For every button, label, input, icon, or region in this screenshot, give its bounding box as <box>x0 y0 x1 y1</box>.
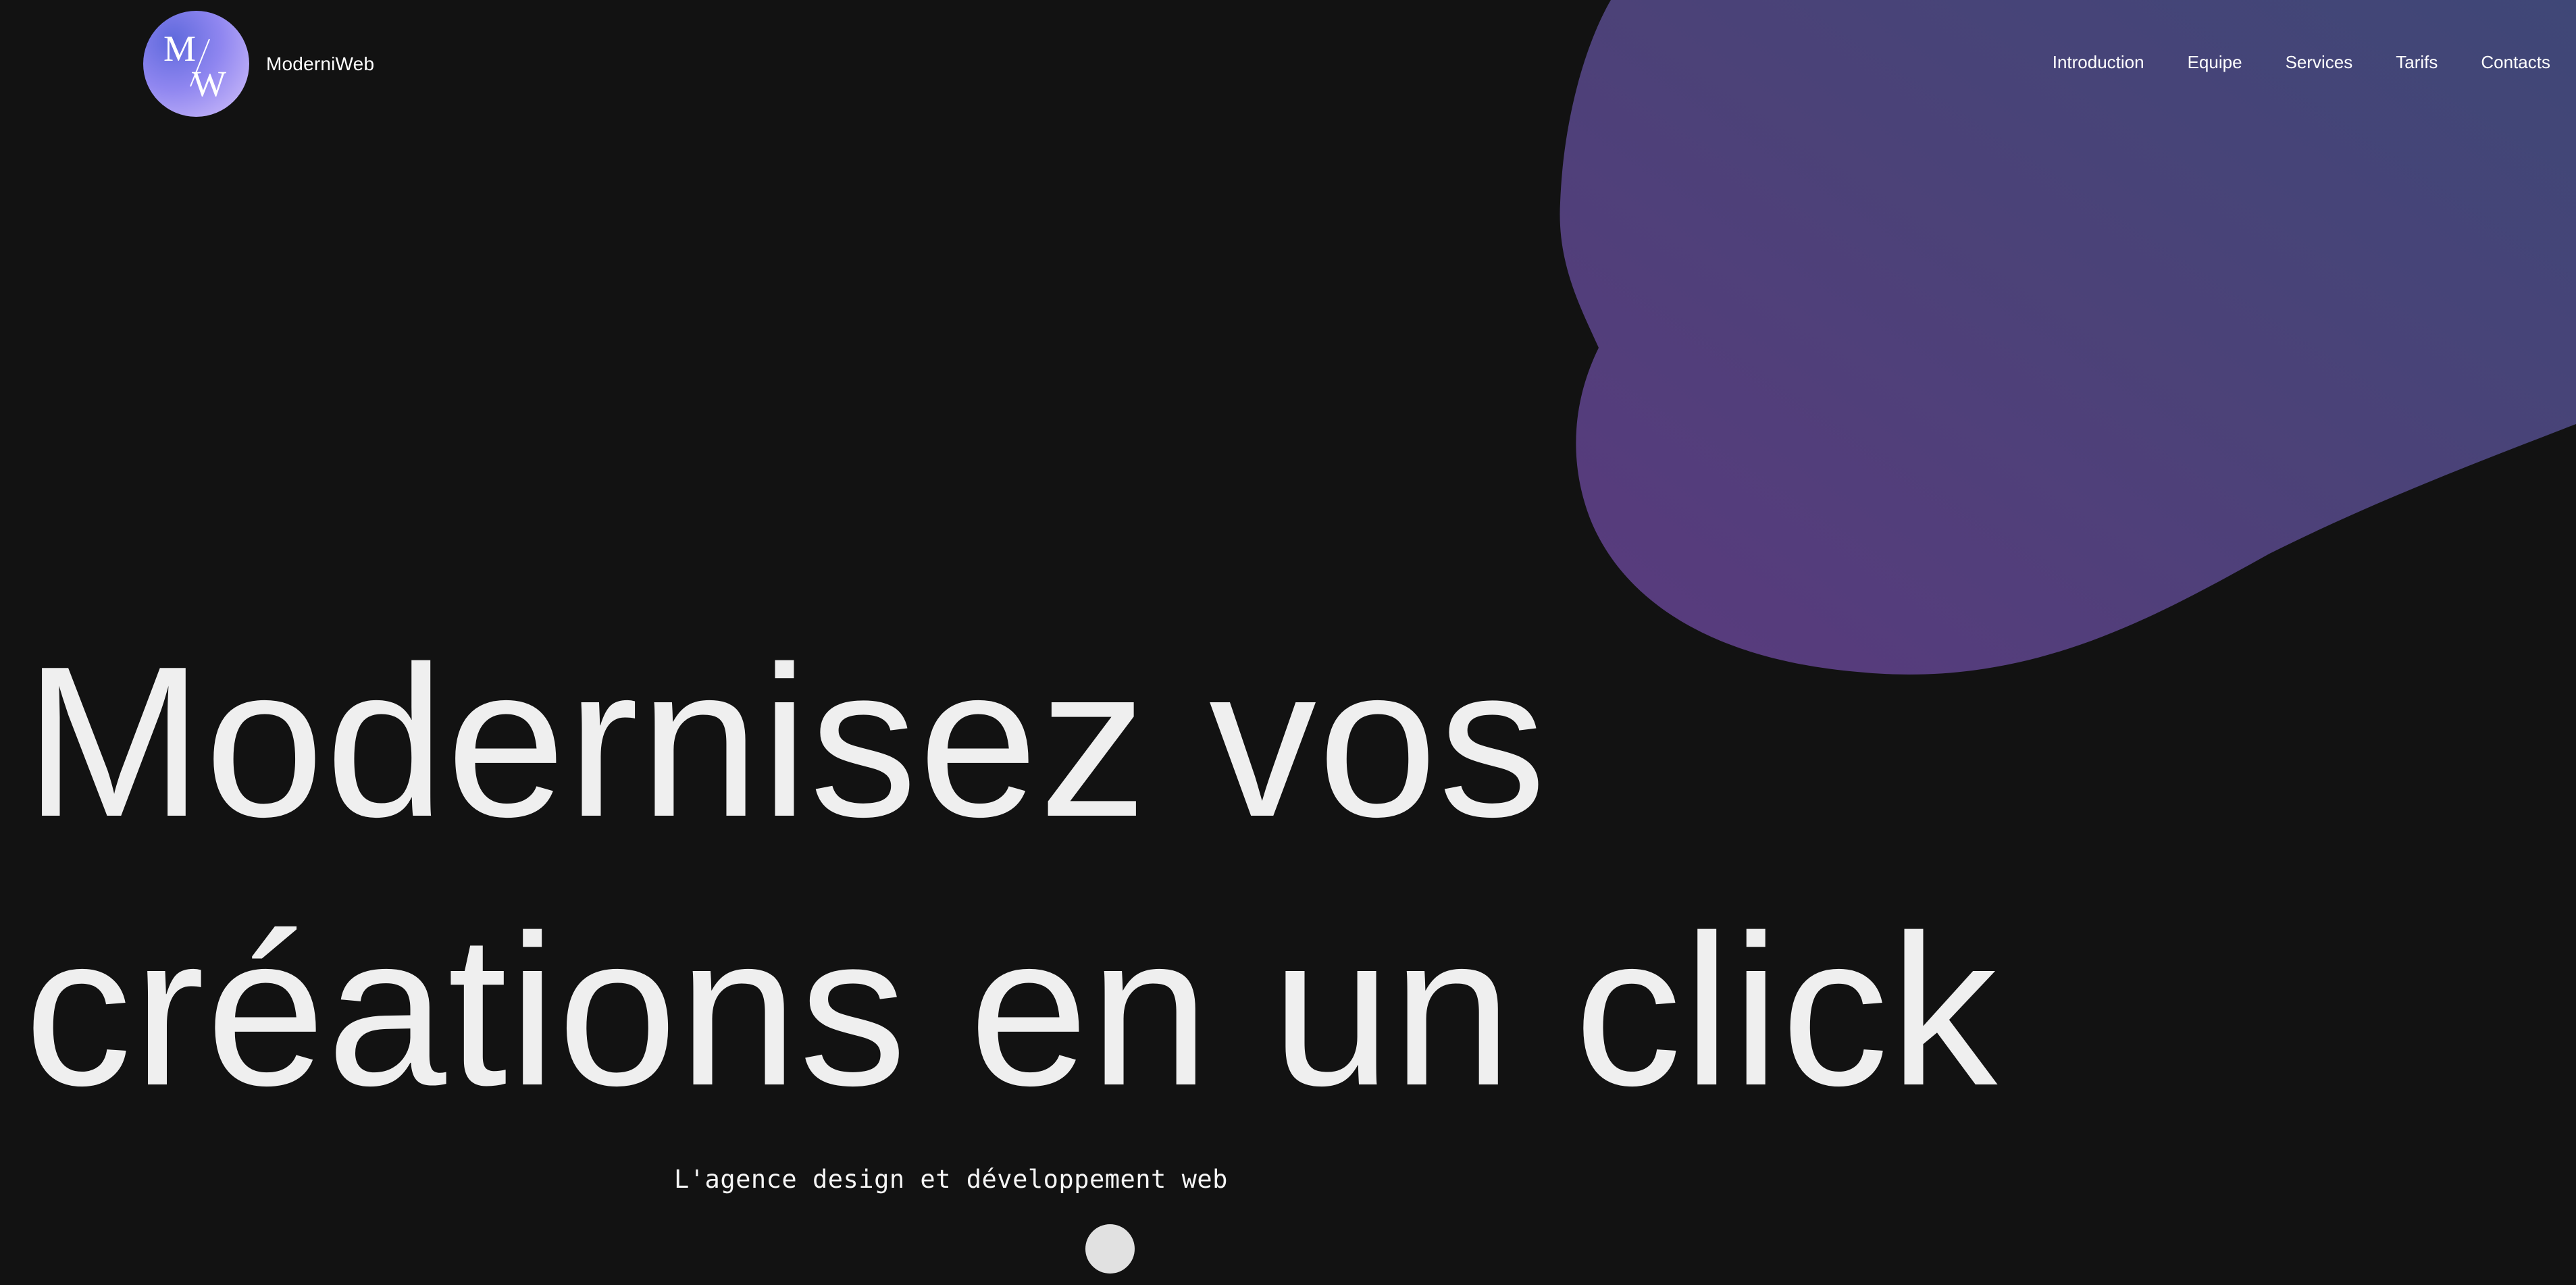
svg-text:W: W <box>192 63 226 104</box>
hero-title: Modernisez vos créations en un click <box>24 608 2456 1145</box>
hero-title-line-2: créations en un click <box>24 891 1999 1130</box>
main-nav: Introduction Equipe Services Tarifs Cont… <box>2053 52 2550 72</box>
nav-item-equipe[interactable]: Equipe <box>2188 52 2242 72</box>
nav-item-services[interactable]: Services <box>2286 52 2353 72</box>
landing-page: M W ModerniWeb Introduction Equipe Servi… <box>0 0 2576 1285</box>
svg-text:M: M <box>163 28 196 69</box>
nav-item-contacts[interactable]: Contacts <box>2481 52 2550 72</box>
nav-item-introduction[interactable]: Introduction <box>2053 52 2144 72</box>
brand-logo: M W <box>143 11 249 117</box>
site-header: M W ModerniWeb Introduction Equipe Servi… <box>0 0 2576 128</box>
nav-item-tarifs[interactable]: Tarifs <box>2396 52 2438 72</box>
brand-name: ModerniWeb <box>266 53 375 74</box>
monogram-icon: M W <box>163 28 226 104</box>
scroll-indicator-icon[interactable] <box>1085 1224 1135 1274</box>
brand-link[interactable]: M W ModerniWeb <box>143 11 374 117</box>
hero-title-line-1: Modernisez vos <box>24 622 1547 862</box>
hero-subtitle: L'agence design et développement web <box>674 1165 1228 1194</box>
